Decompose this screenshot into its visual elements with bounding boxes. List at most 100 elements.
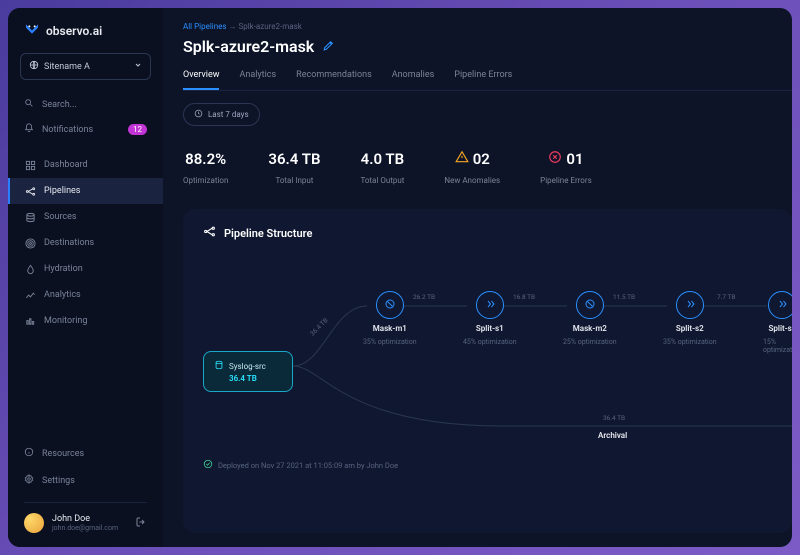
- structure-title: Pipeline Structure: [224, 227, 312, 240]
- source-size: 36.4 TB: [214, 374, 282, 383]
- stage-node[interactable]: Split-s1 45% optimization: [463, 291, 517, 346]
- nav-item-monitoring[interactable]: Monitoring: [8, 308, 163, 334]
- nav-label: Hydration: [44, 264, 83, 274]
- stage-opt: 35% optimization: [663, 338, 717, 346]
- mask-icon: [584, 298, 596, 313]
- main: All Pipelines → Splk-azure2-mask Splk-az…: [163, 8, 792, 547]
- stage-opt: 15% optimization: [763, 338, 792, 354]
- source-node[interactable]: Syslog-src 36.4 TB: [203, 351, 293, 392]
- avatar: [24, 513, 44, 533]
- stat-total-output: 4.0 TB Total Output: [360, 150, 404, 185]
- stat-label: Optimization: [183, 176, 228, 185]
- gear-icon: [24, 474, 34, 487]
- user-name: John Doe: [52, 514, 127, 524]
- edge-label: 7.7 TB: [717, 293, 735, 301]
- date-filter-label: Last 7 days: [208, 110, 249, 119]
- nav-item-dashboard[interactable]: Dashboard: [8, 152, 163, 178]
- stage-name: Split-s3: [769, 324, 792, 333]
- notifications-badge: 12: [128, 124, 147, 135]
- sidebar: observo.ai Sitename A Search... Notifica…: [8, 8, 163, 547]
- stat-value: 02: [473, 150, 490, 168]
- stage-name: Mask-m1: [373, 324, 407, 333]
- stat-label: Total Output: [360, 176, 404, 185]
- nav-item-hydration[interactable]: Hydration: [8, 256, 163, 282]
- stat-label: New Anomalies: [444, 176, 500, 185]
- edit-icon[interactable]: [322, 39, 335, 55]
- nav-item-sources[interactable]: Sources: [8, 204, 163, 230]
- logout-icon[interactable]: [135, 516, 147, 531]
- stage-node[interactable]: Mask-m1 35% optimization: [363, 291, 417, 346]
- breadcrumb: All Pipelines → Splk-azure2-mask: [183, 22, 792, 31]
- nav-label: Analytics: [44, 290, 81, 300]
- stage-node[interactable]: Mask-m2 25% optimization: [563, 291, 617, 346]
- search-input[interactable]: Search...: [8, 92, 163, 117]
- warning-icon: [455, 150, 469, 168]
- stat-value: 01: [566, 150, 583, 168]
- nav: Dashboard Pipelines Sources Destinations…: [8, 152, 163, 440]
- brand-logo[interactable]: observo.ai: [8, 18, 163, 53]
- nav-item-analytics[interactable]: Analytics: [8, 282, 163, 308]
- tab-anomalies[interactable]: Anomalies: [392, 70, 435, 90]
- stat-total-input: 36.4 TB Total Input: [268, 150, 320, 185]
- source-name: Syslog-src: [229, 362, 266, 371]
- nav-label: Pipelines: [44, 186, 80, 196]
- stat-anomalies: 02 New Anomalies: [444, 150, 500, 185]
- stat-label: Pipeline Errors: [540, 176, 592, 185]
- pipeline-structure-card: Pipeline Structure 36.4 TB 26.2 TB 16.8 …: [183, 209, 792, 533]
- deployed-info: Deployed on Nov 27 2021 at 11:05:09 am b…: [203, 459, 792, 471]
- nav-item-pipelines[interactable]: Pipelines: [8, 178, 163, 204]
- tab-pipeline-errors[interactable]: Pipeline Errors: [454, 70, 512, 90]
- tab-overview[interactable]: Overview: [183, 70, 219, 90]
- nav-label: Sources: [44, 212, 77, 222]
- stage-name: Split-s1: [476, 324, 504, 333]
- split-icon: [776, 298, 788, 313]
- stat-value: 4.0 TB: [361, 150, 405, 168]
- check-circle-icon: [203, 459, 213, 471]
- nav-item-destinations[interactable]: Destinations: [8, 230, 163, 256]
- pipeline-icon: [24, 185, 36, 197]
- stage-opt: 25% optimization: [563, 338, 617, 346]
- tabs: Overview Analytics Recommendations Anoma…: [183, 70, 792, 91]
- site-label: Sitename A: [44, 62, 90, 72]
- stat-value: 88.2%: [185, 150, 226, 168]
- date-filter[interactable]: Last 7 days: [183, 103, 260, 126]
- sources-icon: [24, 211, 36, 223]
- site-selector[interactable]: Sitename A: [20, 53, 151, 80]
- breadcrumb-root[interactable]: All Pipelines: [183, 22, 227, 31]
- resources-link[interactable]: Resources: [24, 440, 147, 467]
- database-icon: [214, 360, 224, 372]
- stage-opt: 45% optimization: [463, 338, 517, 346]
- split-icon: [684, 298, 696, 313]
- breadcrumb-current: Splk-azure2-mask: [238, 22, 301, 31]
- search-placeholder: Search...: [42, 100, 77, 110]
- stat-errors: 01 Pipeline Errors: [540, 150, 592, 185]
- nav-label: Dashboard: [44, 160, 88, 170]
- edge-label: 36.4 TB: [603, 414, 625, 422]
- notifications-label: Notifications: [42, 125, 93, 135]
- brand-name: observo.ai: [46, 24, 102, 38]
- chevron-down-icon: [134, 61, 142, 72]
- pipeline-graph: 36.4 TB 26.2 TB 16.8 TB 11.5 TB 7.7 TB 4…: [203, 271, 792, 451]
- stats-row: 88.2% Optimization 36.4 TB Total Input 4…: [183, 142, 792, 205]
- stage-node[interactable]: Split-s2 35% optimization: [663, 291, 717, 346]
- nav-label: Monitoring: [44, 316, 87, 326]
- stat-optimization: 88.2% Optimization: [183, 150, 228, 185]
- deployed-text: Deployed on Nov 27 2021 at 11:05:09 am b…: [218, 461, 398, 470]
- globe-icon: [29, 60, 39, 73]
- tab-recommendations[interactable]: Recommendations: [296, 70, 372, 90]
- resources-label: Resources: [42, 449, 84, 459]
- notifications-link[interactable]: Notifications 12: [8, 117, 163, 142]
- user-menu[interactable]: John Doe john.doe@gmail.com: [24, 502, 147, 537]
- stage-node[interactable]: Split-s3 15% optimization: [763, 291, 792, 354]
- grid-icon: [24, 159, 36, 171]
- monitoring-icon: [24, 315, 36, 327]
- settings-link[interactable]: Settings: [24, 467, 147, 494]
- tab-analytics[interactable]: Analytics: [239, 70, 276, 90]
- clock-icon: [194, 109, 203, 120]
- stage-opt: 35% optimization: [363, 338, 417, 346]
- stage-name: Split-s2: [676, 324, 704, 333]
- page-title: Splk-azure2-mask: [183, 37, 314, 56]
- pipeline-icon: [203, 225, 216, 241]
- info-icon: [24, 447, 34, 460]
- analytics-icon: [24, 289, 36, 301]
